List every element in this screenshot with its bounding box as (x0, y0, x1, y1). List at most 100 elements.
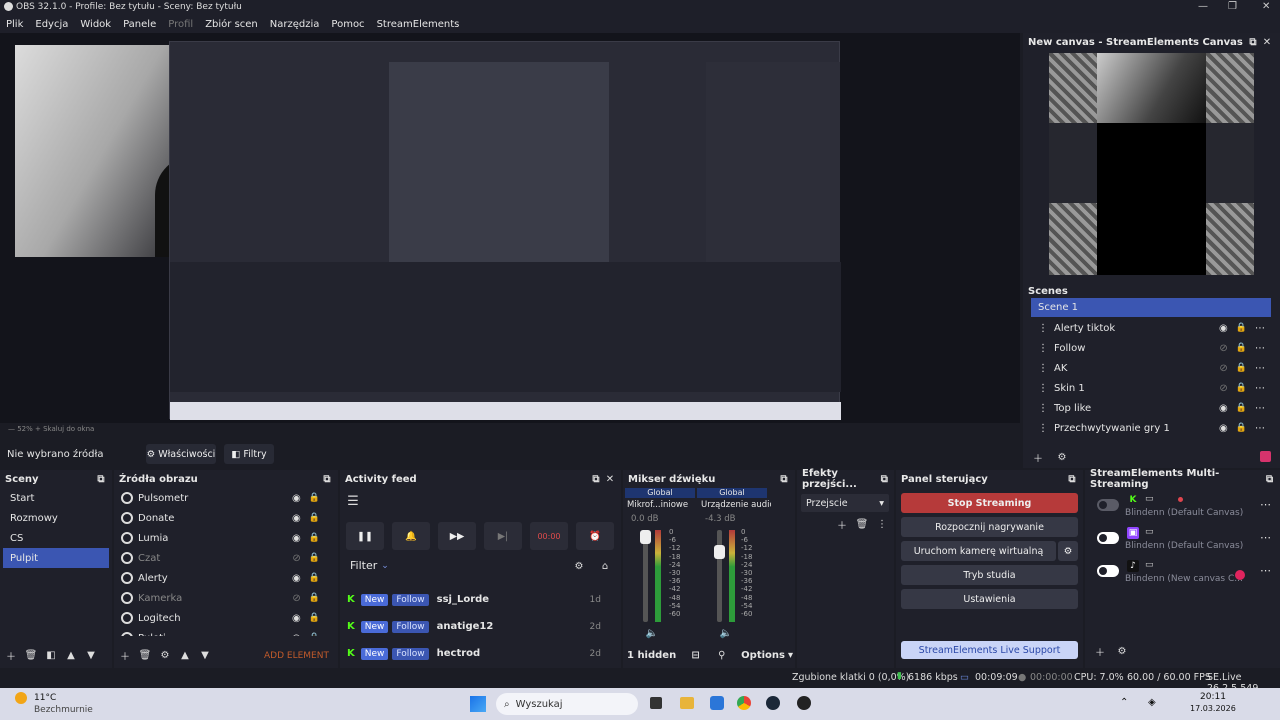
gear-icon[interactable]: ⚙ (572, 559, 586, 573)
more-options-icon[interactable]: ⋯ (1255, 423, 1265, 434)
stream-toggle[interactable] (1097, 532, 1119, 544)
move-up-icon[interactable]: ▲ (178, 648, 192, 662)
drag-handle-icon[interactable]: ⋮ (1038, 423, 1048, 434)
add-scene-icon[interactable]: ＋ (4, 648, 18, 663)
stream-toggle[interactable] (1097, 499, 1119, 511)
delete-source-icon[interactable]: 🗑 (138, 648, 152, 662)
lock-icon[interactable]: 🔒 (1236, 323, 1247, 334)
source-item[interactable]: Pulsometr ◉ 🔒 (114, 488, 338, 508)
scene-item[interactable]: Pulpit (3, 548, 109, 568)
eye-icon[interactable]: ◉ (1219, 423, 1228, 434)
more-options-icon[interactable]: ⋯ (1255, 323, 1265, 334)
source-item[interactable]: Kamerka ⊘ 🔒 (114, 588, 338, 608)
eye-icon[interactable]: ◉ (292, 613, 301, 624)
tray-chevron-icon[interactable]: ⌃ (1120, 697, 1128, 708)
hamburger-menu-icon[interactable]: ☰ (346, 494, 360, 509)
clock-date[interactable]: 17.03.2026 (1190, 704, 1236, 713)
more-options-icon[interactable]: ⋯ (1260, 564, 1271, 577)
live-support-button[interactable]: StreamElements Live Support (901, 641, 1078, 659)
menu-docks[interactable]: Panele (123, 19, 156, 30)
settings-icon[interactable]: ⚙ (1115, 644, 1129, 658)
bell-icon[interactable]: 🔔 (392, 522, 430, 550)
windows-start-icon[interactable] (470, 696, 486, 712)
clock-time[interactable]: 20:11 (1200, 692, 1226, 702)
steam-icon[interactable] (766, 696, 780, 710)
properties-button[interactable]: ⚙ Właściwości (146, 444, 216, 464)
lock-icon[interactable]: 🔒 (1236, 423, 1247, 434)
source-item[interactable]: Alerty ◉ 🔒 (114, 568, 338, 588)
feed-event-row[interactable]: K New Follow anatige12 2d (340, 613, 621, 640)
robot-icon[interactable]: ⌂ (598, 559, 612, 573)
add-transition-icon[interactable]: ＋ (835, 517, 849, 532)
undock-icon[interactable]: ⧉ (94, 472, 108, 486)
virtual-camera-settings-icon[interactable]: ⚙ (1058, 541, 1078, 561)
lock-icon[interactable]: 🔒 (309, 493, 320, 504)
drag-handle-icon[interactable]: ⋮ (1038, 343, 1048, 354)
more-options-icon[interactable]: ⋮ (875, 517, 889, 531)
source-settings-icon[interactable]: ⚙ (158, 648, 172, 662)
volume-slider-handle[interactable] (640, 530, 651, 544)
feed-event-row[interactable]: K New Follow ssj_Lorde 1d (340, 586, 621, 613)
canvas-source-item[interactable]: ⋮ Alerty tiktok ◉ 🔒 ⋯ (1031, 318, 1271, 338)
undock-icon[interactable]: ⧉ (1263, 472, 1276, 486)
eye-icon[interactable]: ◉ (1219, 403, 1228, 414)
mixer-channel-name[interactable]: Urządzenie audio (701, 500, 771, 510)
add-element-button[interactable]: ADD ELEMENT (264, 651, 329, 661)
lock-icon[interactable]: 🔒 (1236, 403, 1247, 414)
source-item[interactable]: Logitech ◉ 🔒 (114, 608, 338, 628)
more-options-icon[interactable]: ⋯ (1260, 498, 1271, 511)
mixer-channel-name[interactable]: Mikrof...iniowe (627, 500, 688, 510)
minimize-icon[interactable]: — (1198, 1, 1208, 12)
stop-streaming-button[interactable]: Stop Streaming (901, 493, 1078, 513)
eye-icon[interactable]: ◉ (292, 533, 301, 544)
scene-item[interactable]: CS (3, 528, 109, 548)
scene-filter-icon[interactable]: ◧ (44, 648, 58, 662)
chevron-down-icon[interactable]: ▾ (788, 650, 793, 661)
eye-icon[interactable]: ◉ (292, 513, 301, 524)
eye-off-icon[interactable]: ⊘ (1219, 343, 1227, 354)
scene-item[interactable]: Start (3, 488, 109, 508)
menu-help[interactable]: Pomoc (331, 19, 364, 30)
filters-button[interactable]: ◧ Filtry (224, 444, 274, 464)
feed-event-row[interactable]: K New Follow hectrod 2d (340, 640, 621, 667)
store-icon[interactable] (710, 696, 724, 710)
main-preview[interactable]: 100 — 52% + Skaluj do okna (0, 33, 1020, 433)
canvas-source-item[interactable]: ⋮ Przechwytywanie gry 1 ◉ 🔒 ⋯ (1031, 418, 1271, 438)
eye-off-icon[interactable]: ⊘ (292, 553, 300, 564)
lock-icon[interactable]: 🔒 (1236, 343, 1247, 354)
virtual-camera-button[interactable]: Uruchom kamerę wirtualną (901, 541, 1056, 561)
more-options-icon[interactable]: ⋯ (1255, 403, 1265, 414)
canvas-source-item[interactable]: ⋮ Top like ◉ 🔒 ⋯ (1031, 398, 1271, 418)
add-icon[interactable]: ＋ (1031, 450, 1045, 465)
menu-tools[interactable]: Narzędzia (270, 19, 320, 30)
menu-scene-collection[interactable]: Zbiór scen (205, 19, 258, 30)
scene-item[interactable]: Rozmowy (3, 508, 109, 528)
undock-icon[interactable]: ⧉ (879, 472, 890, 486)
move-up-icon[interactable]: ▲ (64, 648, 78, 662)
alarm-icon[interactable]: ⏰ (576, 522, 614, 550)
multistream-row[interactable]: ♪ ▭ Blindenn (New canvas C... ⋯ (1085, 560, 1280, 593)
options-button[interactable]: Options (741, 650, 785, 661)
undock-icon[interactable]: ⧉ (1246, 35, 1260, 49)
canvas-source-item[interactable]: ⋮ Follow ⊘ 🔒 ⋯ (1031, 338, 1271, 358)
volume-slider-handle[interactable] (714, 545, 725, 559)
move-down-icon[interactable]: ▼ (198, 648, 212, 662)
menu-streamelements[interactable]: StreamElements (377, 19, 460, 30)
menu-profile[interactable]: Profil (168, 19, 193, 30)
weather-icon[interactable] (15, 692, 27, 704)
settings-button[interactable]: Ustawienia (901, 589, 1078, 609)
lock-icon[interactable]: 🔒 (309, 633, 320, 637)
multistream-row[interactable]: ▣ ▭ Blindenn (Default Canvas) ⋯ (1085, 527, 1280, 560)
start-recording-button[interactable]: Rozpocznij nagrywanie (901, 517, 1078, 537)
studio-mode-button[interactable]: Tryb studia (901, 565, 1078, 585)
undock-icon[interactable]: ⧉ (589, 472, 603, 486)
eye-off-icon[interactable]: ⊘ (1219, 383, 1227, 394)
drag-handle-icon[interactable]: ⋮ (1038, 323, 1048, 334)
source-item[interactable]: Donate ◉ 🔒 (114, 508, 338, 528)
more-options-icon[interactable]: ⋯ (1255, 343, 1265, 354)
menu-edit[interactable]: Edycja (35, 19, 68, 30)
menu-view[interactable]: Widok (80, 19, 111, 30)
pause-icon[interactable]: ❚❚ (346, 522, 384, 550)
timer-display[interactable]: 00:00 (530, 522, 568, 550)
temperature[interactable]: 11°C (34, 693, 56, 703)
